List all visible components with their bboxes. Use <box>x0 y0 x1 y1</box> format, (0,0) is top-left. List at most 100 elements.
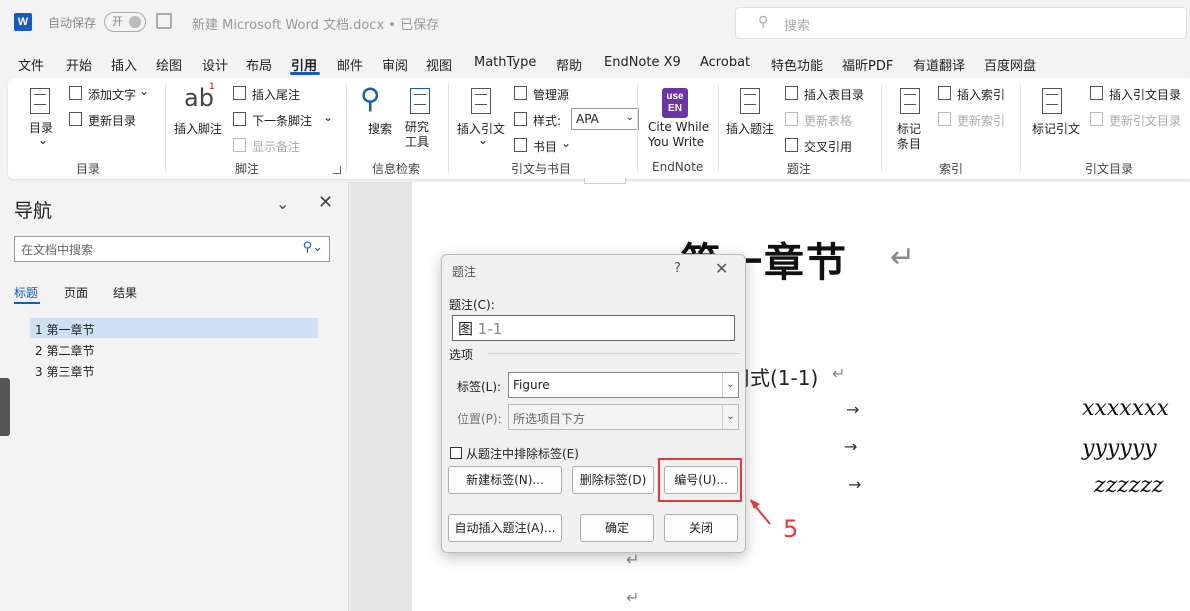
delete-label-button[interactable]: 删除标签(D) <box>572 466 654 494</box>
nav-heading-item[interactable]: 1 第一章节 <box>30 318 318 338</box>
options-label: 选项 <box>449 348 474 362</box>
nav-search-input[interactable]: 在文档中搜索 ⚲⌄ <box>14 236 330 262</box>
update-toa-icon <box>1090 112 1103 126</box>
show-notes-button[interactable]: 显示备注 <box>252 138 300 155</box>
tab-headings[interactable]: 标题 <box>14 284 38 301</box>
next-footnote-button[interactable]: 下一条脚注 <box>252 112 312 129</box>
manage-sources-icon <box>514 86 527 100</box>
tab-arrow-icon: → <box>848 475 862 494</box>
position-select[interactable]: 所选项目下方 ⌄ <box>508 404 739 430</box>
menu-review[interactable]: 审阅 <box>382 55 408 74</box>
menu-view[interactable]: 视图 <box>426 55 452 74</box>
tab-arrow-icon: → <box>846 400 860 419</box>
chevron-down-icon: ⌄ <box>722 405 738 429</box>
menu-mathtype[interactable]: MathType <box>474 55 536 70</box>
chevron-down-icon: ⌄ <box>323 110 334 124</box>
tab-results[interactable]: 结果 <box>113 284 137 301</box>
exclude-label-checkbox[interactable] <box>450 447 462 459</box>
close-icon[interactable]: ✕ <box>318 192 333 213</box>
ribbon: 目录 ⌄ 添加文字 ⌄ 更新目录 目录 ab 1 插入脚注 插入尾注 下一条脚注… <box>8 78 1190 179</box>
update-toc-button[interactable]: 更新目录 <box>88 112 136 129</box>
insert-endnote-button[interactable]: 插入尾注 <box>252 86 300 103</box>
ok-button[interactable]: 确定 <box>580 514 654 542</box>
autosave-toggle[interactable]: 开 <box>104 12 146 32</box>
position-label: 位置(P): <box>457 412 502 426</box>
nav-heading-item[interactable]: 3 第三章节 <box>30 360 318 380</box>
mark-citation-button[interactable]: 标记引文 <box>1032 120 1080 137</box>
help-icon[interactable]: ? <box>674 261 681 276</box>
chevron-down-icon: ⌄ <box>478 133 489 147</box>
add-text-button[interactable]: 添加文字 <box>88 86 136 103</box>
nav-heading-item[interactable]: 2 第二章节 <box>30 339 318 359</box>
dialog-launcher-icon[interactable] <box>333 166 341 174</box>
endnote-icon: use EN <box>662 88 688 118</box>
document-title: 新建 Microsoft Word 文档.docx • 已保存 <box>192 18 440 33</box>
label-select[interactable]: Figure ⌄ <box>508 372 739 398</box>
style-label: 样式: <box>533 114 562 128</box>
save-icon[interactable] <box>156 13 172 29</box>
caption-field[interactable]: 图 1-1 <box>452 315 735 341</box>
search-icon: ⚲ <box>360 82 381 115</box>
research-tools-button[interactable]: 研究工具 <box>405 120 431 150</box>
annotation-highlight-box <box>658 458 742 502</box>
search-input[interactable]: ⚲ 搜索 <box>735 7 1187 39</box>
menu-endnote[interactable]: EndNote X9 <box>604 55 681 70</box>
formula-var: xxxxxxx <box>1082 396 1169 421</box>
autocaption-button[interactable]: 自动插入题注(A)... <box>448 514 562 542</box>
insert-table-of-figures-button[interactable]: 插入表目录 <box>804 86 864 103</box>
annotation-arrow-icon <box>750 499 771 525</box>
group-separator <box>1020 84 1021 172</box>
menu-home[interactable]: 开始 <box>66 55 92 74</box>
insert-footnote-button[interactable]: 插入脚注 <box>174 120 222 137</box>
formula-var: yyyyyy <box>1082 436 1157 461</box>
menu-baidu[interactable]: 百度网盘 <box>984 55 1036 74</box>
bibliography-button[interactable]: 书目 <box>533 138 557 155</box>
cite-while-you-write-line1[interactable]: Cite While <box>648 120 709 134</box>
menu-layout[interactable]: 布局 <box>246 55 272 74</box>
close-icon[interactable]: ✕ <box>715 259 728 278</box>
formula-var: zzzzzz <box>1094 473 1164 498</box>
group-separator <box>718 84 719 172</box>
group-label-footnotes: 脚注 <box>235 162 260 176</box>
citation-style-value: APA <box>576 112 599 126</box>
menu-design[interactable]: 设计 <box>202 55 228 74</box>
search-button[interactable]: 搜索 <box>368 120 392 137</box>
exclude-label-text: 从题注中排除标签(E) <box>466 447 579 461</box>
insert-toa-button[interactable]: 插入引文目录 <box>1109 86 1181 103</box>
active-tab-indicator <box>290 72 320 75</box>
side-handle[interactable] <box>0 378 10 436</box>
cross-reference-button[interactable]: 交叉引用 <box>804 138 852 155</box>
mark-entry-line2[interactable]: 条目 <box>897 135 921 152</box>
insert-caption-button[interactable]: 插入题注 <box>726 120 774 137</box>
menu-file[interactable]: 文件 <box>18 55 44 74</box>
update-toc-icon <box>69 112 82 126</box>
update-table-button[interactable]: 更新表格 <box>804 112 852 129</box>
chevron-down-icon: ⌄ <box>139 84 150 98</box>
menu-youdao[interactable]: 有道翻译 <box>913 55 965 74</box>
mark-entry-icon <box>900 88 920 114</box>
group-separator <box>165 84 166 172</box>
insert-index-button[interactable]: 插入索引 <box>957 86 1005 103</box>
update-toa-button[interactable]: 更新引文目录 <box>1109 112 1181 129</box>
cite-while-you-write-line2[interactable]: You Write <box>648 135 704 149</box>
menu-acrobat[interactable]: Acrobat <box>700 55 750 70</box>
update-index-button[interactable]: 更新索引 <box>957 112 1005 129</box>
chevron-down-icon[interactable]: ⌄ <box>276 194 289 213</box>
menu-help[interactable]: 帮助 <box>556 55 582 74</box>
menu-draw[interactable]: 绘图 <box>156 55 182 74</box>
group-separator <box>637 84 638 172</box>
tab-pages[interactable]: 页面 <box>64 284 88 301</box>
menu-foxit-pdf[interactable]: 福昕PDF <box>842 55 893 74</box>
new-label-button[interactable]: 新建标签(N)... <box>448 466 562 494</box>
group-label-research: 信息检索 <box>372 162 421 176</box>
search-icon[interactable]: ⚲⌄ <box>303 240 323 255</box>
citation-style-select[interactable]: APA ⌄ <box>571 108 639 130</box>
nav-title: 导航 <box>14 200 53 222</box>
menu-insert[interactable]: 插入 <box>111 55 137 74</box>
menu-mailings[interactable]: 邮件 <box>337 55 363 74</box>
mark-citation-icon <box>1042 88 1062 114</box>
manage-sources-button[interactable]: 管理源 <box>533 86 569 103</box>
close-button[interactable]: 关闭 <box>664 514 738 542</box>
menu-features[interactable]: 特色功能 <box>771 55 823 74</box>
group-separator <box>346 84 347 172</box>
